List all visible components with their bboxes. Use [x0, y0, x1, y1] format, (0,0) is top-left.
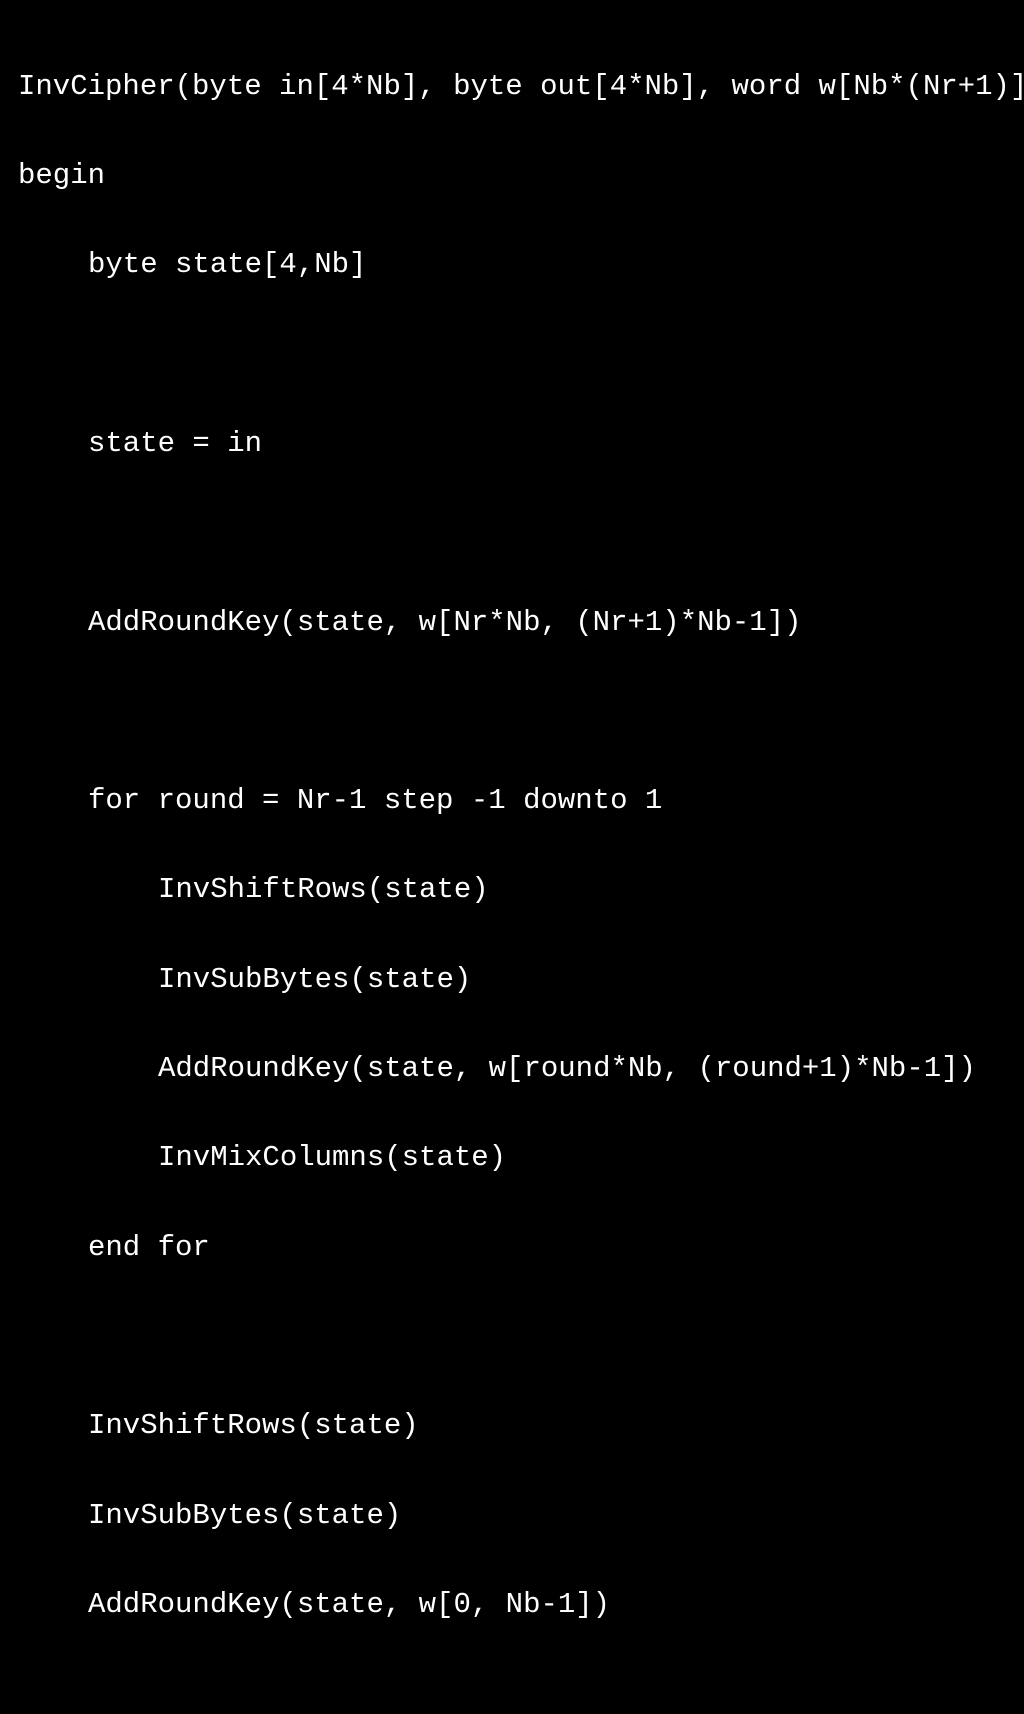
code-line: byte state[4,Nb]	[18, 243, 1006, 288]
pseudocode-block: InvCipher(byte in[4*Nb], byte out[4*Nb],…	[18, 20, 1006, 1714]
code-line: InvSubBytes(state)	[18, 958, 1006, 1003]
blank-line	[18, 333, 1006, 378]
code-line: InvMixColumns(state)	[18, 1136, 1006, 1181]
blank-line	[18, 690, 1006, 735]
code-line: InvSubBytes(state)	[18, 1494, 1006, 1539]
code-line: InvShiftRows(state)	[18, 1404, 1006, 1449]
code-line: AddRoundKey(state, w[round*Nb, (round+1)…	[18, 1047, 1006, 1092]
code-line: InvShiftRows(state)	[18, 868, 1006, 913]
code-line: begin	[18, 154, 1006, 199]
blank-line	[18, 1672, 1006, 1714]
code-line: AddRoundKey(state, w[0, Nb-1])	[18, 1583, 1006, 1628]
code-line: end for	[18, 1226, 1006, 1271]
code-line: InvCipher(byte in[4*Nb], byte out[4*Nb],…	[18, 65, 1006, 110]
code-line: for round = Nr-1 step -1 downto 1	[18, 779, 1006, 824]
blank-line	[18, 511, 1006, 556]
blank-line	[18, 1315, 1006, 1360]
code-line: AddRoundKey(state, w[Nr*Nb, (Nr+1)*Nb-1]…	[18, 601, 1006, 646]
code-line: state = in	[18, 422, 1006, 467]
